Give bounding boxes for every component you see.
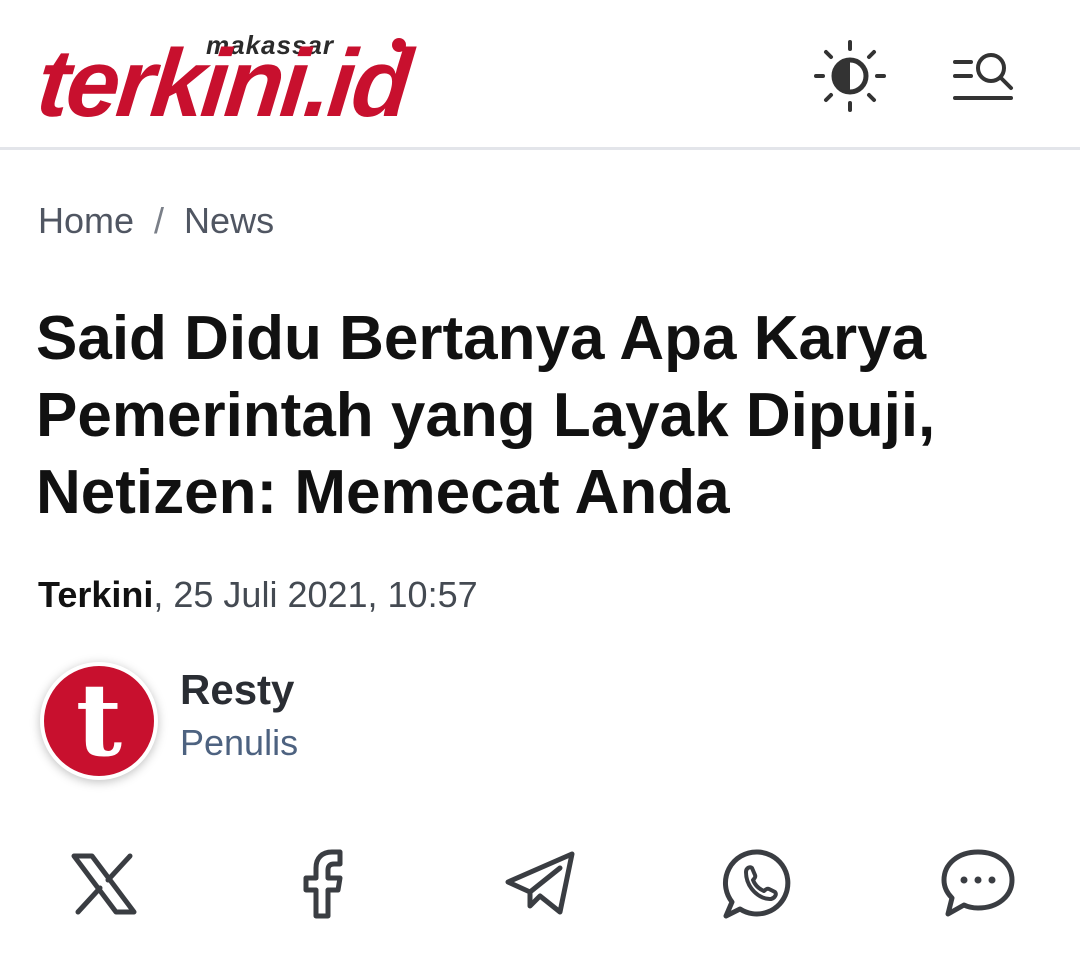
logo-wordmark: terkini.id <box>32 30 414 137</box>
share-facebook-button[interactable] <box>284 846 360 922</box>
breadcrumb-separator: / <box>154 200 165 241</box>
avatar-letter: t <box>75 661 123 779</box>
breadcrumb-home-link[interactable]: Home <box>38 200 134 241</box>
author-avatar[interactable]: t <box>40 662 158 780</box>
theme-toggle-button[interactable] <box>812 38 888 114</box>
article-source[interactable]: Terkini <box>38 574 153 615</box>
breadcrumb-news-link[interactable]: News <box>184 200 274 241</box>
telegram-icon <box>505 851 575 915</box>
comment-button[interactable] <box>940 846 1016 922</box>
comment-icon <box>941 849 1015 917</box>
article-datetime: , 25 Juli 2021, 10:57 <box>153 574 478 615</box>
share-x-button[interactable] <box>66 846 142 922</box>
share-telegram-button[interactable] <box>502 846 578 922</box>
site-logo[interactable]: makassar terkini.id <box>32 28 438 137</box>
sun-half-icon <box>814 40 886 112</box>
share-whatsapp-button[interactable] <box>720 846 796 922</box>
author-name[interactable]: Resty <box>180 666 294 714</box>
article-meta: Terkini, 25 Juli 2021, 10:57 <box>38 574 478 616</box>
whatsapp-icon <box>723 849 791 919</box>
facebook-icon <box>303 849 343 919</box>
breadcrumb: Home / News <box>38 200 274 242</box>
x-icon <box>71 853 137 915</box>
article-title: Said Didu Bertanya Apa Karya Pemerintah … <box>36 304 936 527</box>
author-role: Penulis <box>180 722 299 763</box>
site-header: makassar terkini.id <box>0 0 1080 150</box>
menu-search-icon <box>953 53 1013 100</box>
search-menu-button[interactable] <box>945 38 1021 114</box>
